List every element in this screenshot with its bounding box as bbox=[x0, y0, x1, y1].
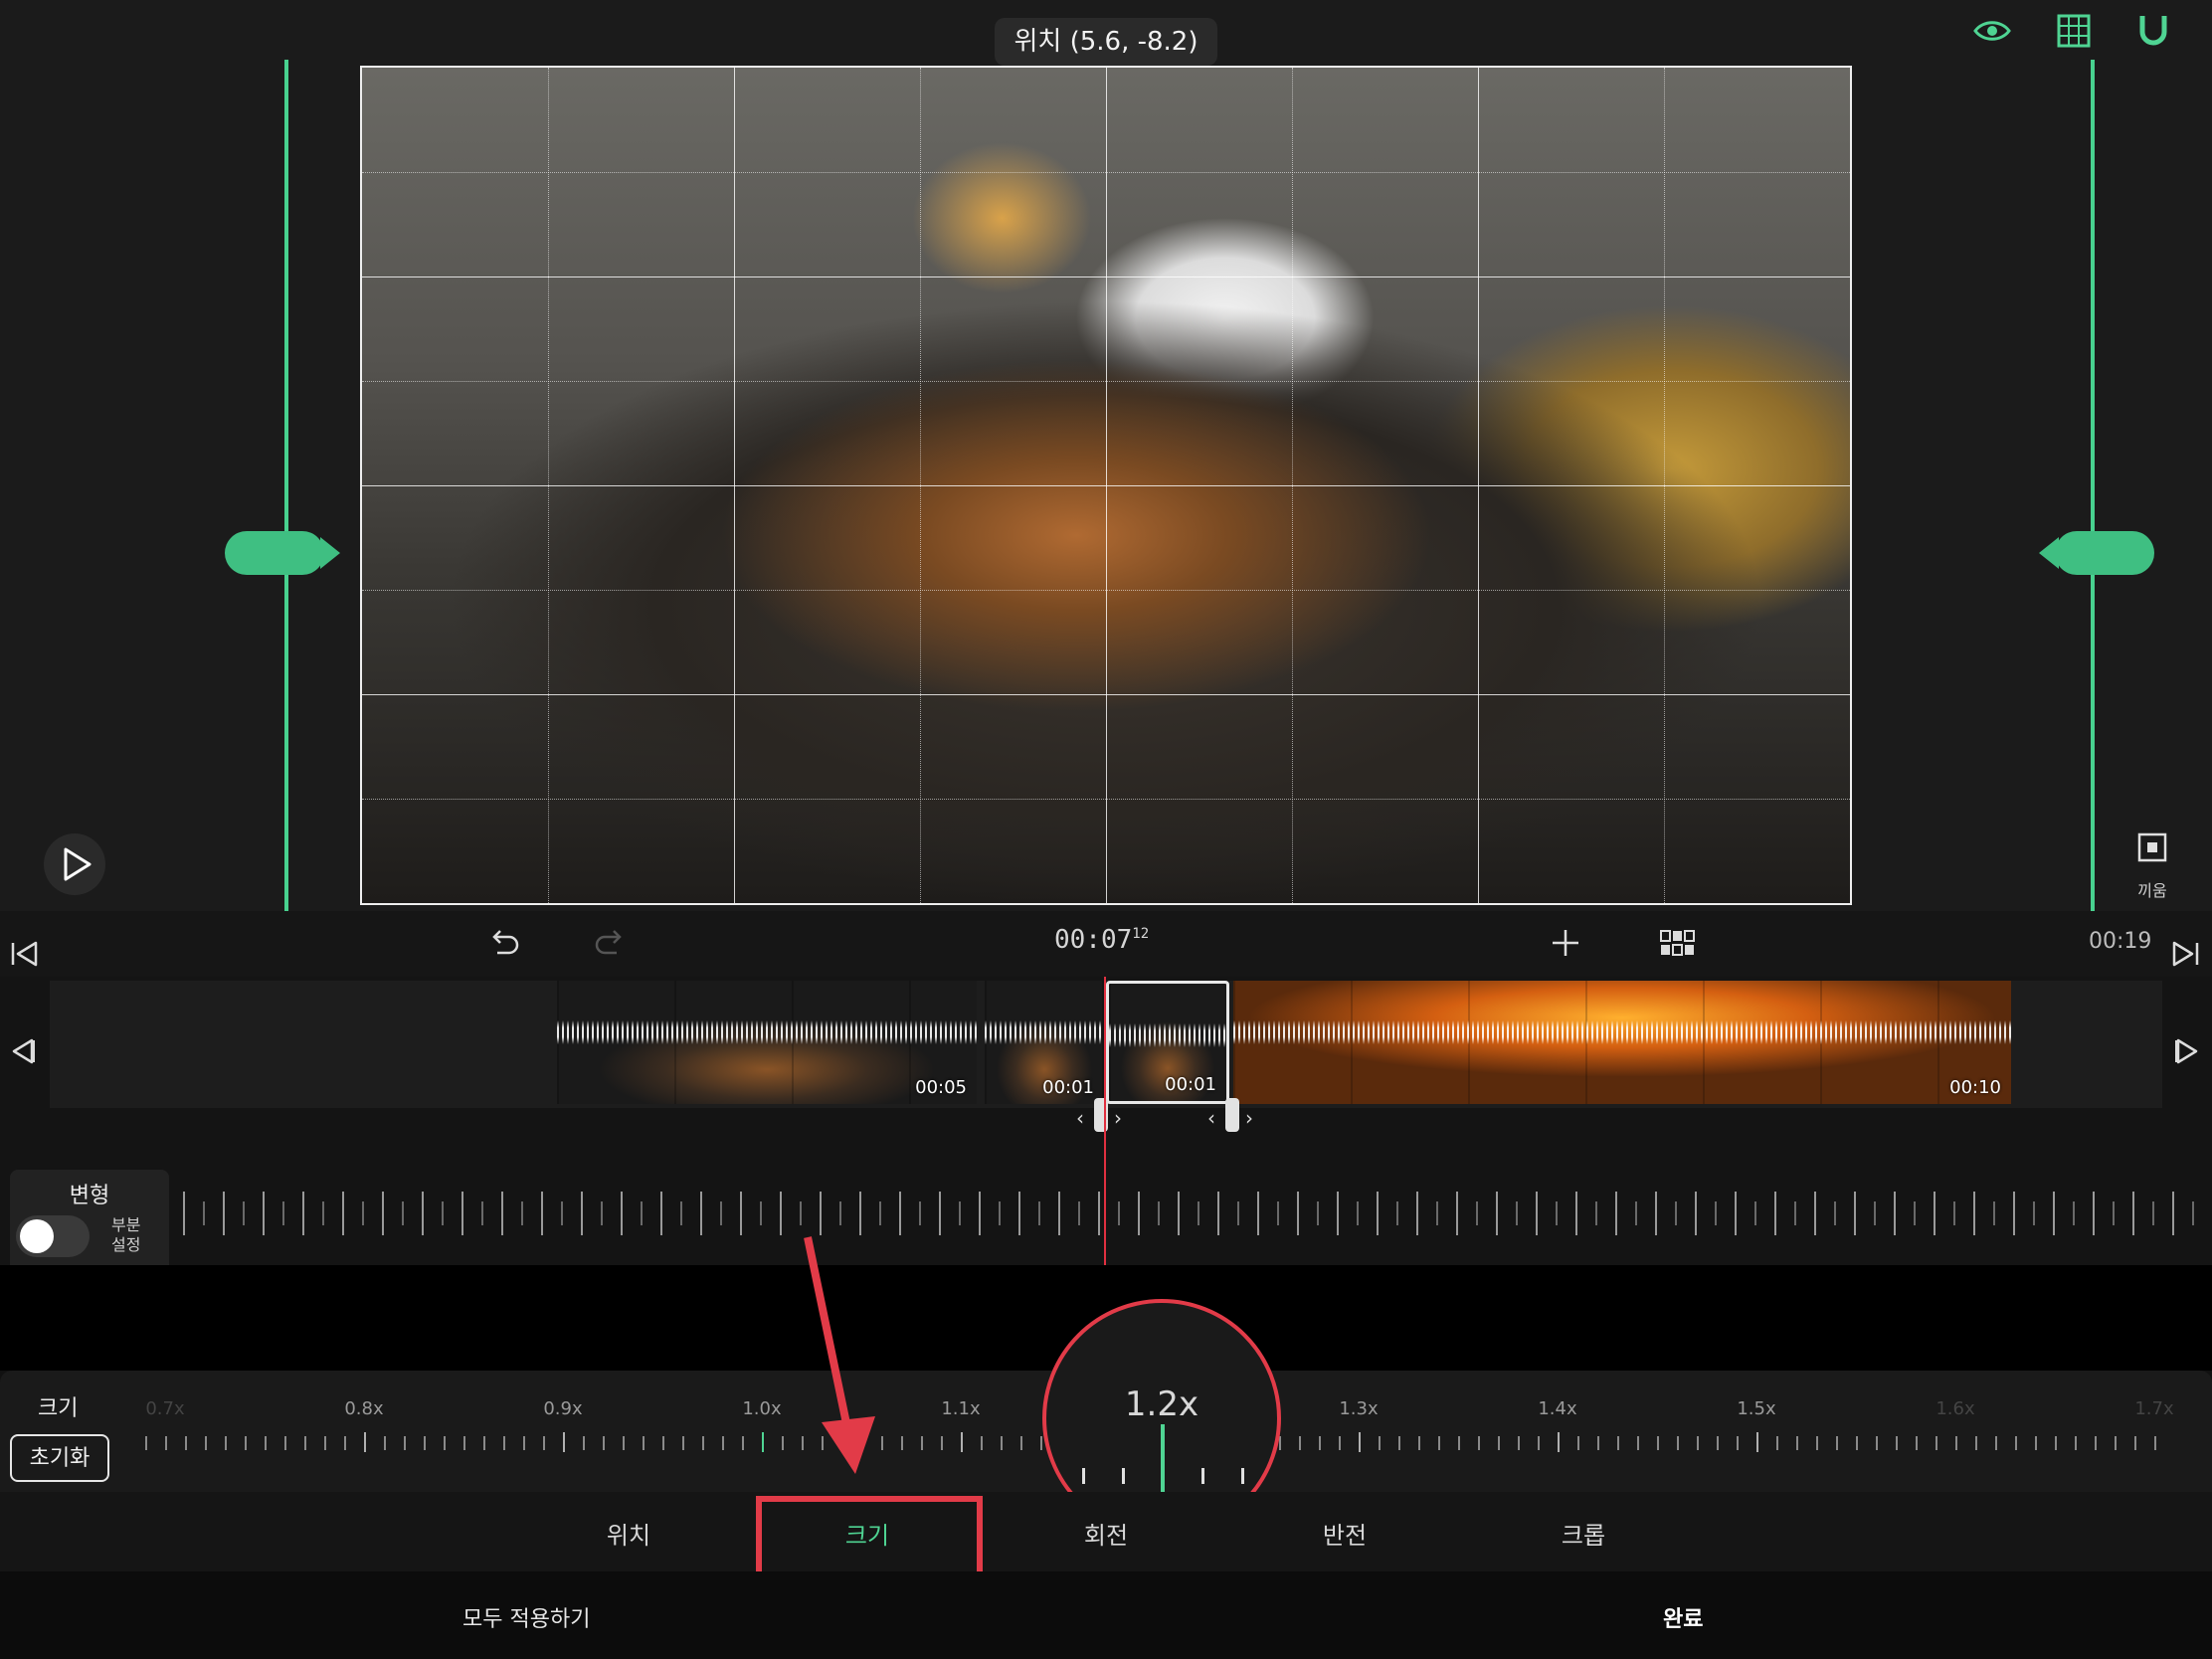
prev-frame-icon[interactable] bbox=[8, 1036, 38, 1070]
play-button[interactable] bbox=[44, 833, 105, 895]
right-guide-handle[interactable] bbox=[2039, 531, 2154, 575]
chevron-left-icon[interactable]: ‹ bbox=[1207, 1106, 1215, 1130]
reset-button[interactable]: 초기화 bbox=[10, 1434, 109, 1482]
scale-value: 1.2x bbox=[1124, 1384, 1199, 1424]
timeline-clip[interactable]: 00:05 bbox=[557, 981, 977, 1104]
sub-grid-line bbox=[920, 68, 921, 903]
audio-waveform bbox=[985, 1020, 1104, 1044]
scale-tick-label: 0.7x bbox=[145, 1398, 185, 1419]
trim-handle-right[interactable] bbox=[1225, 1098, 1239, 1132]
scale-tick-label: 1.5x bbox=[1737, 1398, 1776, 1419]
tab-rotate[interactable]: 회전 bbox=[1084, 1516, 1128, 1551]
undo-icon[interactable] bbox=[485, 925, 521, 965]
scale-tick-label: 1.1x bbox=[941, 1398, 981, 1419]
tab-flip[interactable]: 반전 bbox=[1323, 1516, 1367, 1551]
scale-major-tick bbox=[762, 1432, 764, 1452]
grid-icon[interactable] bbox=[2053, 10, 2095, 52]
scale-tick-label: 0.8x bbox=[344, 1398, 384, 1419]
partial-setting-toggle[interactable] bbox=[16, 1215, 90, 1257]
skip-to-start-icon[interactable] bbox=[8, 937, 42, 975]
keyframe-ruler-minor bbox=[203, 1201, 2212, 1225]
timeline-clip[interactable]: 00:10 bbox=[1233, 981, 2011, 1104]
bottom-action-bar bbox=[0, 1571, 2212, 1659]
playhead[interactable] bbox=[1104, 977, 1106, 1265]
grid-line bbox=[362, 485, 1850, 486]
left-guide-handle[interactable] bbox=[225, 531, 340, 575]
audio-waveform bbox=[557, 1020, 977, 1044]
scale-label: 크기 bbox=[38, 1396, 79, 1421]
sub-grid-line bbox=[1664, 68, 1665, 903]
toggle-knob bbox=[20, 1219, 54, 1253]
clip-duration: 00:01 bbox=[1165, 1074, 1216, 1095]
scale-tick-label: 0.9x bbox=[543, 1398, 583, 1419]
next-frame-icon[interactable] bbox=[2172, 1036, 2202, 1070]
sub-grid-line bbox=[362, 799, 1850, 800]
clip-duration: 00:01 bbox=[1042, 1077, 1094, 1098]
scale-tick-label: 1.7x bbox=[2134, 1398, 2174, 1419]
magnet-icon[interactable] bbox=[2132, 10, 2174, 52]
timecode-main: 00:07 bbox=[1054, 925, 1133, 955]
sub-grid-line bbox=[362, 590, 1850, 591]
eye-icon[interactable] bbox=[1971, 10, 2013, 52]
scale-tick-label: 1.6x bbox=[1936, 1398, 1975, 1419]
left-guide-line bbox=[284, 60, 288, 911]
scale-major-tick bbox=[961, 1432, 963, 1452]
apply-all-button[interactable]: 모두 적용하기 bbox=[462, 1601, 590, 1633]
fit-label: 끼움 bbox=[2137, 881, 2167, 900]
timecode-frames: 12 bbox=[1132, 926, 1150, 942]
right-guide-line bbox=[2091, 60, 2095, 911]
scale-tick-label: 1.4x bbox=[1538, 1398, 1577, 1419]
clip-duration: 00:05 bbox=[915, 1077, 967, 1098]
selected-timeline-clip[interactable]: 00:01 bbox=[1106, 981, 1229, 1104]
transform-label: 변형 bbox=[69, 1184, 110, 1208]
audio-waveform bbox=[1233, 1020, 2011, 1044]
dial-tick bbox=[1241, 1468, 1244, 1484]
chevron-right-icon[interactable]: › bbox=[1245, 1106, 1253, 1130]
chevron-left-icon[interactable]: ‹ bbox=[1076, 1106, 1084, 1130]
video-preview[interactable] bbox=[360, 66, 1852, 905]
total-duration: 00:19 bbox=[2089, 929, 2152, 954]
sub-grid-line bbox=[1292, 68, 1293, 903]
annotation-highlight-box bbox=[756, 1496, 983, 1577]
dial-tick bbox=[1201, 1468, 1204, 1484]
sub-grid-line bbox=[548, 68, 549, 903]
scale-major-tick bbox=[1558, 1432, 1560, 1452]
dial-tick bbox=[1082, 1468, 1085, 1484]
sub-grid-line bbox=[362, 381, 1850, 382]
scale-major-tick bbox=[563, 1432, 565, 1452]
add-icon[interactable] bbox=[1548, 925, 1583, 965]
grid-line bbox=[362, 276, 1850, 277]
current-timecode: 00:0712 bbox=[1054, 925, 1149, 955]
skip-to-end-icon[interactable] bbox=[2168, 937, 2202, 975]
grid-line bbox=[362, 694, 1850, 695]
tab-crop[interactable]: 크롭 bbox=[1562, 1516, 1605, 1551]
dial-tick bbox=[1122, 1468, 1125, 1484]
scale-tick-label: 1.3x bbox=[1339, 1398, 1379, 1419]
clip-duration: 00:10 bbox=[1949, 1077, 2001, 1098]
layout-grid-icon[interactable] bbox=[1659, 927, 1695, 963]
scale-major-tick bbox=[364, 1432, 366, 1452]
scale-major-tick bbox=[1359, 1432, 1361, 1452]
partial-setting-label: 부분 설정 bbox=[111, 1215, 141, 1254]
audio-waveform bbox=[1109, 1023, 1226, 1047]
chevron-right-icon[interactable]: › bbox=[1114, 1106, 1122, 1130]
fit-button[interactable]: 끼움 bbox=[2128, 831, 2176, 907]
done-button[interactable]: 완료 bbox=[1663, 1601, 1703, 1633]
transform-keyframe-panel: 변형 부분 설정 bbox=[10, 1170, 169, 1265]
scale-tick-label: 1.0x bbox=[742, 1398, 782, 1419]
tab-position[interactable]: 위치 bbox=[607, 1516, 650, 1551]
scale-major-tick bbox=[1756, 1432, 1758, 1452]
sub-grid-line bbox=[362, 172, 1850, 173]
redo-icon[interactable] bbox=[593, 925, 629, 965]
position-tooltip: 위치 (5.6, -8.2) bbox=[995, 18, 1217, 66]
timeline-clip[interactable]: 00:01 bbox=[985, 981, 1104, 1104]
fit-icon bbox=[2137, 832, 2167, 862]
